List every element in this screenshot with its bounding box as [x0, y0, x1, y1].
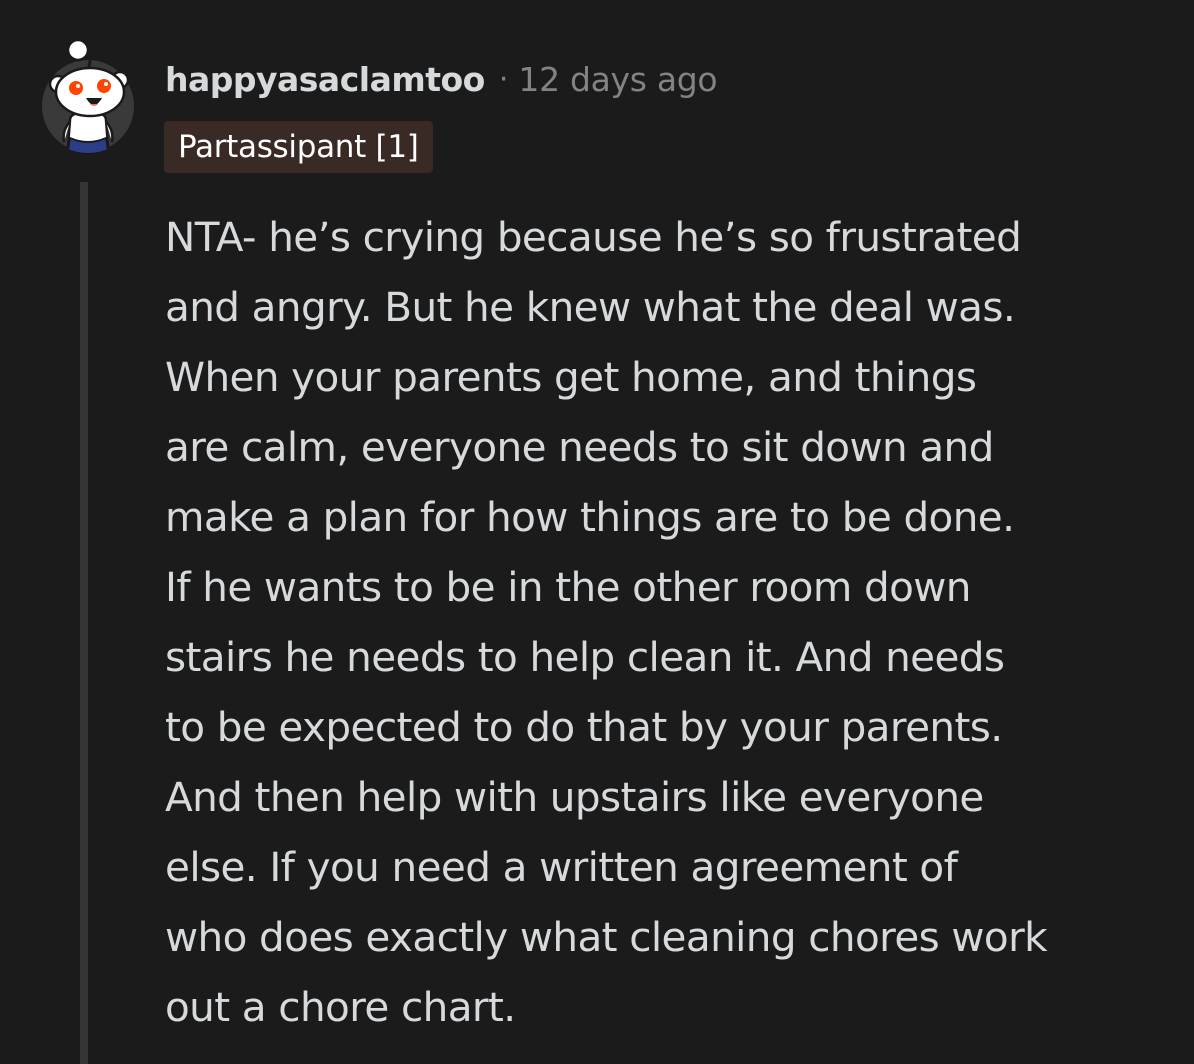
- meta-separator: ·: [498, 61, 509, 97]
- comment-body-line: to be expected to do that by your parent…: [165, 703, 1003, 751]
- comment-body-line: If he wants to be in the other room down: [165, 563, 971, 611]
- comment-body-line: and angry. But he knew what the deal was…: [165, 283, 1016, 331]
- comment-body: NTA- he’s crying because he’s so frustra…: [165, 202, 1175, 1042]
- comment-body-line: are calm, everyone needs to sit down and: [165, 423, 994, 471]
- comment: happyasaclamtoo · 12 days ago Partassipa…: [0, 0, 1194, 1064]
- comment-body-line: When your parents get home, and things: [165, 353, 977, 401]
- collapse-thread-line[interactable]: [80, 182, 88, 1064]
- comment-body-line: make a plan for how things are to be don…: [165, 493, 1015, 541]
- comment-body-line: out a chore chart.: [165, 983, 516, 1031]
- comment-body-line: NTA- he’s crying because he’s so frustra…: [165, 213, 1022, 261]
- timestamp-link[interactable]: 12 days ago: [518, 60, 717, 99]
- snoo-avatar-icon[interactable]: [40, 34, 136, 156]
- comment-body-line: stairs he needs to help clean it. And ne…: [165, 633, 1005, 681]
- comment-body-line: And then help with upstairs like everyon…: [165, 773, 984, 821]
- username-link[interactable]: happyasaclamtoo: [165, 60, 485, 99]
- comment-body-line: else. If you need a written agreement of: [165, 843, 958, 891]
- comment-body-line: who does exactly what cleaning chores wo…: [165, 913, 1048, 961]
- user-flair-badge: Partassipant [1]: [164, 121, 433, 173]
- comment-meta: happyasaclamtoo · 12 days ago: [165, 56, 718, 102]
